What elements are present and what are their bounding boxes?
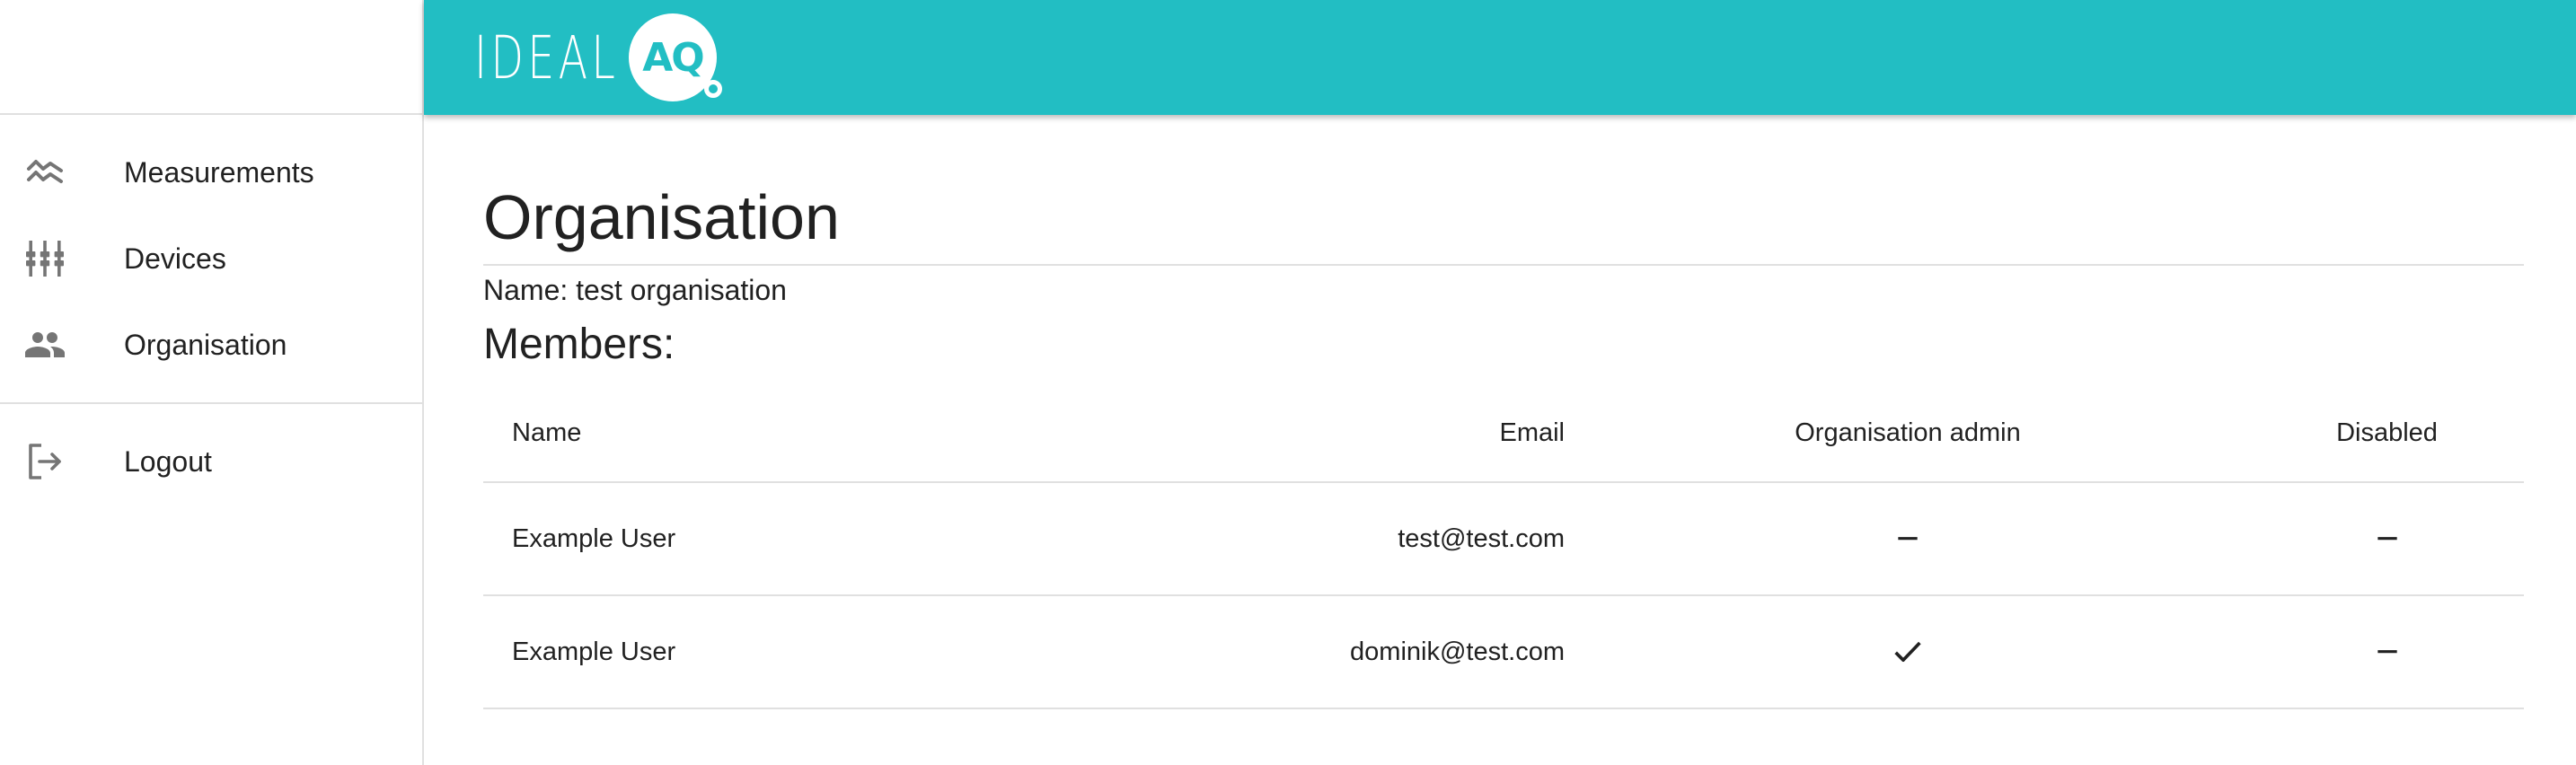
dash-icon: [2377, 536, 2397, 540]
sidebar-item-devices[interactable]: Devices: [0, 215, 422, 302]
table-row[interactable]: Example User test@test.com: [483, 482, 2524, 596]
app-header: IDEAL AQ: [424, 0, 2576, 115]
sidebar-header: [0, 0, 422, 115]
table-header-row: Name Email Organisation admin Disabled: [483, 384, 2524, 483]
members-heading: Members:: [483, 321, 675, 368]
member-name: Example User: [483, 595, 890, 709]
logout-icon: [23, 440, 66, 483]
member-email: test@test.com: [890, 482, 1566, 596]
admin-cell: [1566, 595, 2250, 709]
main-content: Organisation Name: test organisation Mem…: [483, 115, 2524, 709]
organisation-name: Name: test organisation: [483, 274, 787, 306]
sidebar-item-label: Devices: [124, 242, 226, 275]
sidebar-item-logout[interactable]: Logout: [0, 418, 422, 505]
page-title: Organisation: [483, 182, 840, 252]
admin-cell: [1566, 482, 2250, 596]
logo-tail: [703, 80, 722, 98]
logo-text: IDEAL: [474, 22, 620, 92]
column-header-name[interactable]: Name: [483, 384, 890, 483]
devices-sliders-icon: [23, 237, 66, 280]
sidebar: Measurements Devices Organisation Logout: [0, 0, 424, 765]
table-row[interactable]: Example User dominik@test.com: [483, 595, 2524, 709]
disabled-cell: [2250, 595, 2524, 709]
dash-icon: [1898, 536, 1918, 540]
member-email: dominik@test.com: [890, 595, 1566, 709]
check-icon: [1894, 641, 1921, 662]
sidebar-item-label: Organisation: [124, 328, 287, 361]
column-header-email[interactable]: Email: [890, 384, 1566, 483]
people-icon: [23, 323, 66, 366]
disabled-cell: [2250, 482, 2524, 596]
sidebar-item-label: Logout: [124, 444, 212, 478]
sidebar-item-organisation[interactable]: Organisation: [0, 302, 422, 388]
sidebar-item-measurements[interactable]: Measurements: [0, 129, 422, 215]
column-header-disabled[interactable]: Disabled: [2250, 384, 2524, 483]
members-table: Name Email Organisation admin Disabled E…: [483, 384, 2524, 709]
sidebar-divider: [0, 402, 422, 404]
sidebar-nav: Measurements Devices Organisation: [0, 115, 422, 388]
title-divider: [483, 264, 2524, 266]
sidebar-item-label: Measurements: [124, 155, 314, 189]
dash-icon: [2377, 649, 2397, 653]
column-header-organisation-admin[interactable]: Organisation admin: [1566, 384, 2250, 483]
member-name: Example User: [483, 482, 890, 596]
app-logo[interactable]: IDEAL AQ: [474, 13, 722, 101]
measurements-wave-icon: [23, 151, 66, 194]
app-root: Measurements Devices Organisation Logout…: [0, 0, 2576, 765]
logo-badge: AQ: [628, 13, 722, 101]
logo-badge-text: AQ: [642, 34, 704, 81]
